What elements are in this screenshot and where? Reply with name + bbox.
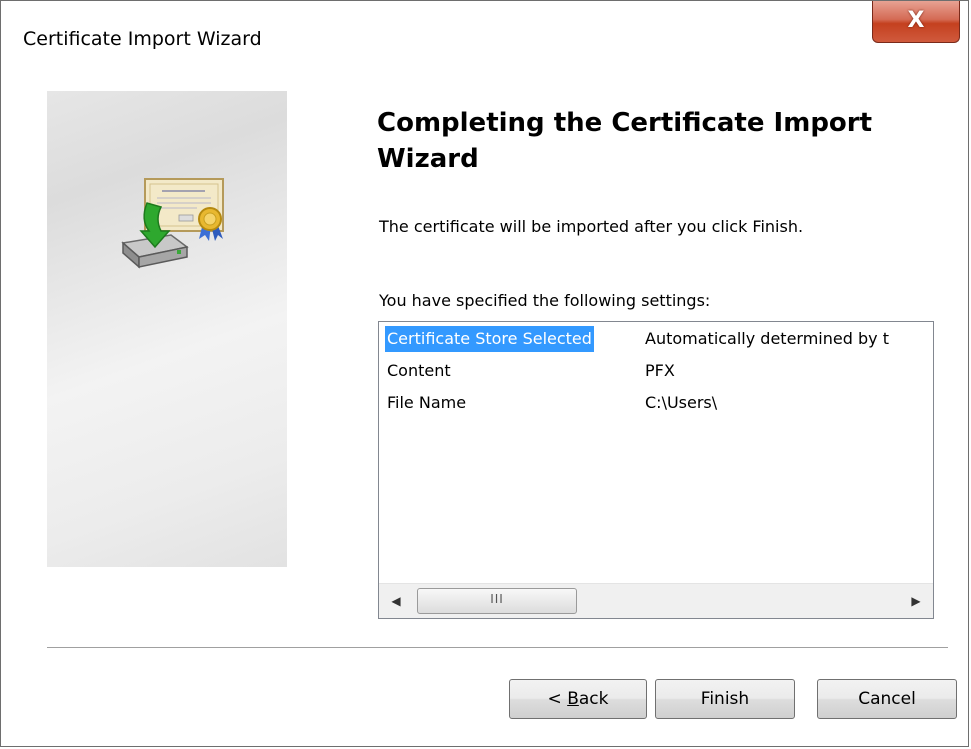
- setting-value: C:\Users\: [645, 393, 718, 412]
- scroll-left-icon[interactable]: ◀: [379, 584, 413, 618]
- settings-list[interactable]: Certificate Store Selected Automatically…: [378, 321, 934, 619]
- title-bar[interactable]: Certificate Import Wizard X: [1, 1, 968, 73]
- certificate-import-icon: [121, 178, 224, 269]
- finish-button[interactable]: Finish: [655, 679, 795, 719]
- horizontal-scrollbar[interactable]: ◀ III ▶: [379, 583, 933, 618]
- setting-value: Automatically determined by t: [645, 329, 889, 348]
- wizard-side-panel: [47, 91, 287, 567]
- close-icon: X: [907, 8, 925, 33]
- back-button[interactable]: < Back: [509, 679, 647, 719]
- wizard-content: Completing the Certificate Import Wizard…: [23, 73, 957, 746]
- close-button[interactable]: X: [872, 1, 960, 43]
- certificate-import-wizard-window: Certificate Import Wizard X Completing t…: [0, 0, 969, 747]
- back-button-mnemonic: B: [567, 689, 579, 709]
- page-heading: Completing the Certificate Import Wizard: [377, 108, 873, 174]
- scroll-right-icon[interactable]: ▶: [899, 584, 933, 618]
- back-button-prefix: <: [547, 689, 568, 709]
- divider: [47, 647, 948, 649]
- back-button-label: ack: [578, 689, 609, 709]
- grip-icon: III: [490, 592, 504, 606]
- setting-field: File Name: [387, 393, 467, 412]
- page-description: The certificate will be imported after y…: [379, 217, 804, 236]
- setting-field: Content: [387, 361, 451, 380]
- scrollbar-thumb[interactable]: III: [417, 588, 577, 614]
- window-title: Certificate Import Wizard: [23, 28, 262, 50]
- settings-label: You have specified the following setting…: [379, 291, 711, 310]
- setting-field: Certificate Store Selected: [385, 326, 594, 352]
- cancel-button[interactable]: Cancel: [817, 679, 957, 719]
- wizard-body: Completing the Certificate Import Wizard…: [1, 73, 968, 746]
- setting-value: PFX: [645, 361, 675, 380]
